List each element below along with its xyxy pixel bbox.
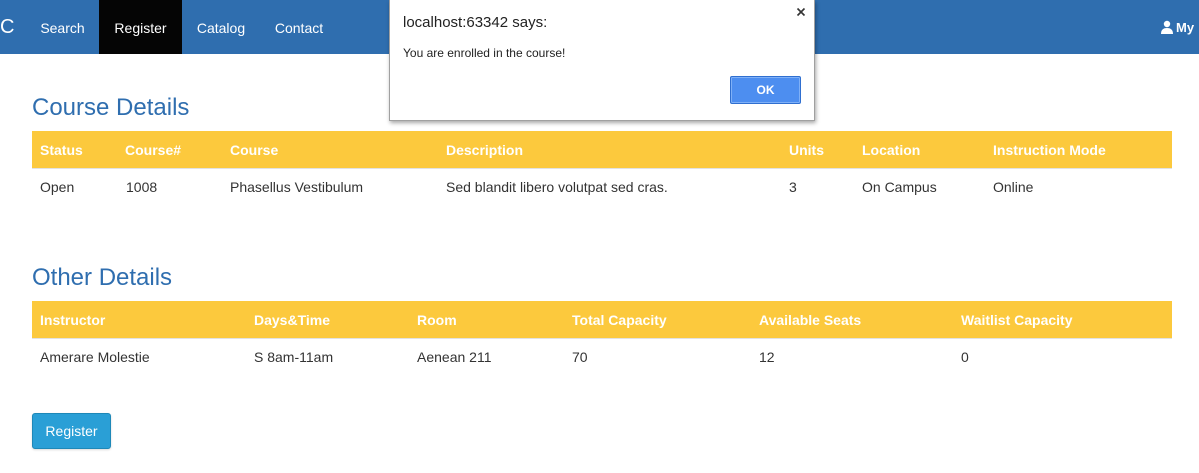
dialog-title: localhost:63342 says:	[403, 14, 548, 31]
nav-catalog[interactable]: Catalog	[182, 0, 260, 54]
table-row: Open 1008 Phasellus Vestibulum Sed bland…	[32, 168, 1172, 205]
column-header: Course#	[125, 142, 182, 158]
other-details-table: Instructor Days&Time Room Total Capacity…	[32, 301, 1172, 375]
table-cell: S 8am-11am	[254, 349, 334, 365]
column-header: Course	[230, 142, 279, 158]
table-cell: Online	[993, 179, 1034, 195]
user-menu[interactable]: My	[1160, 0, 1194, 54]
other-details-title: Other Details	[32, 264, 173, 291]
ok-button[interactable]: OK	[730, 76, 801, 104]
table-header-row: Status Course# Course Description Units …	[32, 131, 1172, 168]
table-cell: Amerare Molestie	[40, 349, 150, 365]
user-menu-label: My	[1176, 20, 1195, 35]
course-details-table: Status Course# Course Description Units …	[32, 131, 1172, 205]
column-header: Location	[862, 142, 921, 158]
nav-search[interactable]: Search	[26, 0, 99, 54]
user-icon	[1161, 20, 1173, 34]
table-cell: Phasellus Vestibulum	[230, 179, 364, 195]
column-header: Units	[789, 142, 824, 158]
register-button[interactable]: Register	[32, 413, 111, 449]
brand-logo[interactable]: C	[0, 17, 14, 37]
column-header: Days&Time	[254, 312, 331, 328]
table-cell: 3	[789, 179, 797, 195]
column-header: Status	[40, 142, 83, 158]
table-cell: Open	[40, 179, 75, 195]
table-header-row: Instructor Days&Time Room Total Capacity…	[32, 301, 1172, 338]
table-cell: Sed blandit libero volutpat sed cras.	[446, 179, 668, 195]
nav-contact[interactable]: Contact	[260, 0, 338, 54]
table-cell: On Campus	[862, 179, 937, 195]
nav-register[interactable]: Register	[99, 0, 182, 54]
column-header: Instructor	[40, 312, 106, 328]
table-row: Amerare Molestie S 8am-11am Aenean 211 7…	[32, 338, 1172, 375]
table-cell: Aenean 211	[417, 349, 492, 365]
table-cell: 70	[572, 349, 588, 365]
column-header: Waitlist Capacity	[961, 312, 1073, 328]
column-header: Instruction Mode	[993, 142, 1106, 158]
table-cell: 1008	[126, 179, 158, 195]
dialog-message: You are enrolled in the course!	[403, 46, 566, 60]
table-cell: 0	[961, 349, 969, 365]
column-header: Description	[446, 142, 524, 158]
table-cell: 12	[759, 349, 775, 365]
column-header: Room	[417, 312, 457, 328]
close-icon[interactable]	[794, 5, 808, 19]
alert-dialog: localhost:63342 says: You are enrolled i…	[389, 0, 815, 121]
column-header: Available Seats	[759, 312, 862, 328]
course-details-title: Course Details	[32, 94, 190, 121]
column-header: Total Capacity	[572, 312, 667, 328]
